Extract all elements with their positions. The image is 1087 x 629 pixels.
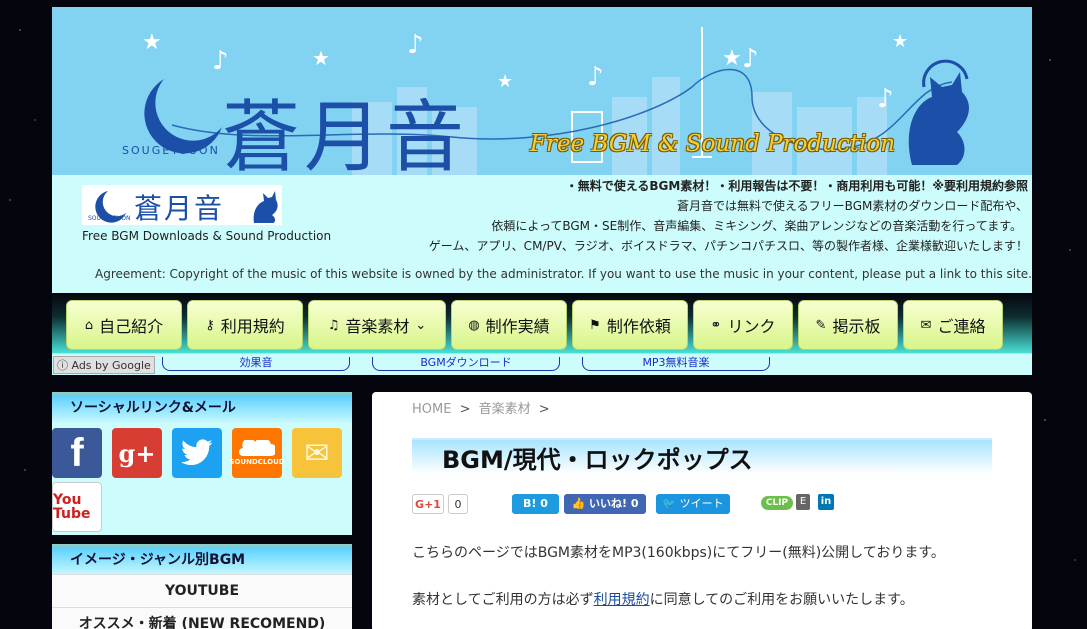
site-tagline: Free BGM Downloads & Sound Production bbox=[82, 229, 332, 243]
comment-icon: ✎ bbox=[815, 317, 827, 333]
thumbs-up-icon: 👍 bbox=[571, 497, 586, 510]
nav-label: 制作実績 bbox=[485, 317, 550, 336]
info-line-3: 依頼によってBGM・SE制作、音声編集、ミキシング、楽曲アレンジなどの音楽活動を… bbox=[491, 219, 1022, 233]
youtube-icon[interactable]: You Tube bbox=[52, 482, 102, 532]
nav-label: 音楽素材 bbox=[345, 317, 410, 336]
logo-text: 蒼月音 bbox=[134, 192, 225, 225]
header-info: 蒼月音 SOUGETSUON Free BGM Downloads & Soun… bbox=[52, 175, 1032, 293]
ad-link-se[interactable]: 効果音 bbox=[162, 357, 350, 371]
info-line-1: ・無料で使えるBGM素材！・利用報告は不要！・商用利用も可能！※要利用規約参照 bbox=[565, 179, 1028, 193]
info-line-2: 蒼月音では無料で使えるフリーBGM素材のダウンロード配布や、 bbox=[677, 199, 1028, 213]
ad-bar: ⓘ Ads by Google 効果音 BGMダウンロード MP3無料音楽 bbox=[52, 353, 1032, 375]
gplus-count: 0 bbox=[448, 494, 468, 514]
nav-item-bbs[interactable]: ✎ 掲示板 bbox=[798, 300, 898, 350]
agreement-text: Agreement: Copyright of the music of thi… bbox=[95, 267, 1032, 281]
hatena-button[interactable]: B! 0 bbox=[512, 494, 559, 514]
ad-link-bgm[interactable]: BGMダウンロード bbox=[372, 357, 560, 371]
mail-icon: ✉ bbox=[920, 317, 932, 333]
flag-icon: ⚑ bbox=[589, 317, 601, 333]
breadcrumb-music[interactable]: 音楽素材 bbox=[479, 402, 531, 417]
nav-label: 掲示板 bbox=[832, 317, 881, 336]
svg-text:♪: ♪ bbox=[212, 46, 229, 76]
works-icon: ◍ bbox=[468, 317, 480, 333]
nav-label: リンク bbox=[727, 317, 776, 336]
nav-label: 利用規約 bbox=[220, 317, 285, 336]
svg-text:♪: ♪ bbox=[587, 62, 604, 92]
breadcrumb-sep: > bbox=[459, 402, 471, 417]
ad-link-mp3[interactable]: MP3無料音楽 bbox=[582, 357, 770, 371]
gplus-button[interactable]: G+1 bbox=[412, 494, 444, 514]
link-icon: ⚭ bbox=[710, 317, 722, 333]
social-box: ソーシャルリンク&メール f g+ SOUNDCLOUD ✉ You Tube bbox=[52, 392, 352, 535]
soundcloud-icon[interactable]: SOUNDCLOUD bbox=[229, 428, 285, 478]
site-logo[interactable]: 蒼月音 SOUGETSUON bbox=[82, 185, 282, 225]
terms-text-pre: 素材としてご利用の方は必ず bbox=[412, 592, 594, 608]
clip-button[interactable]: CLIP bbox=[761, 496, 793, 510]
banner-title: 蒼月音 bbox=[222, 93, 469, 175]
nav-item-contact[interactable]: ✉ ご連絡 bbox=[903, 300, 1003, 350]
genre-heading: イメージ・ジャンル別BGM bbox=[52, 544, 352, 574]
terms-paragraph: 素材としてご利用の方は必ず利用規約に同意してのご利用をお願いいたします。 bbox=[412, 589, 914, 609]
banner-romaji: SOUGETSUON bbox=[122, 144, 220, 157]
like-label: いいね! 0 bbox=[589, 497, 639, 510]
breadcrumb-sep: > bbox=[538, 402, 550, 417]
tweet-button[interactable]: 🐦 ツイート bbox=[656, 494, 730, 514]
main-nav: ⌂ 自己紹介 ⚷ 利用規約 ♫ 音楽素材 ⌄ ◍ 制作実績 ⚑ 制作依頼 ⚭ リ… bbox=[52, 293, 1032, 353]
page: ★ ★ ★ ★ ★ ♪ ♪ ♪ ♪ ♪ 蒼月音 SOUGETSUON Free … bbox=[52, 7, 1032, 375]
evernote-icon[interactable]: E bbox=[796, 494, 810, 510]
nav-item-terms[interactable]: ⚷ 利用規約 bbox=[187, 300, 303, 350]
ads-by-google[interactable]: ⓘ Ads by Google bbox=[53, 356, 155, 374]
svg-text:♪: ♪ bbox=[407, 30, 424, 60]
svg-text:♪: ♪ bbox=[742, 44, 759, 74]
svg-text:★: ★ bbox=[892, 31, 908, 52]
svg-text:★: ★ bbox=[497, 71, 513, 92]
intro-paragraph: こちらのページではBGM素材をMP3(160kbps)にてフリー(無料)公開して… bbox=[412, 545, 945, 561]
mail-icon[interactable]: ✉ bbox=[292, 428, 342, 478]
twitter-icon: 🐦 bbox=[662, 497, 677, 510]
soundcloud-label: SOUNDCLOUD bbox=[229, 458, 285, 466]
twitter-icon[interactable] bbox=[172, 428, 222, 478]
tweet-label: ツイート bbox=[679, 497, 724, 510]
linkedin-icon[interactable]: in bbox=[818, 494, 834, 510]
twitter-bird-icon bbox=[181, 439, 213, 466]
banner-subtitle: Free BGM & Sound Production bbox=[530, 131, 896, 157]
breadcrumb-home[interactable]: HOME bbox=[412, 402, 451, 417]
facebook-icon[interactable]: f bbox=[52, 428, 102, 478]
googleplus-icon[interactable]: g+ bbox=[112, 428, 162, 478]
facebook-like-button[interactable]: 👍 いいね! 0 bbox=[564, 494, 646, 514]
youtube-label: You Tube bbox=[53, 492, 91, 522]
genre-box: イメージ・ジャンル別BGM YOUTUBE オススメ・新着 (NEW RECOM… bbox=[52, 544, 352, 629]
info-line-4: ゲーム、アプリ、CM/PV、ラジオ、ボイスドラマ、パチンコパチスロ、等の製作者様… bbox=[428, 239, 1028, 253]
terms-link[interactable]: 利用規約 bbox=[594, 592, 650, 608]
svg-text:★: ★ bbox=[722, 46, 742, 71]
genre-item-youtube[interactable]: YOUTUBE bbox=[52, 574, 352, 607]
nav-item-music[interactable]: ♫ 音楽素材 ⌄ bbox=[308, 300, 446, 350]
svg-text:★: ★ bbox=[312, 46, 330, 70]
breadcrumb: HOME > 音楽素材 > bbox=[412, 398, 554, 417]
main-content: HOME > 音楽素材 > BGM/現代・ロックポップス G+1 0 B! 0 … bbox=[372, 392, 1032, 629]
nav-item-request[interactable]: ⚑ 制作依頼 bbox=[572, 300, 688, 350]
nav-label: 自己紹介 bbox=[99, 317, 164, 336]
nav-label: 制作依頼 bbox=[606, 317, 671, 336]
cat-logo-icon bbox=[253, 191, 278, 223]
nav-item-works[interactable]: ◍ 制作実績 bbox=[451, 300, 567, 350]
social-heading: ソーシャルリンク&メール bbox=[52, 392, 352, 422]
nav-item-links[interactable]: ⚭ リンク bbox=[693, 300, 793, 350]
page-title: BGM/現代・ロックポップス bbox=[412, 438, 992, 480]
genre-item-recommend[interactable]: オススメ・新着 (NEW RECOMEND) bbox=[52, 607, 352, 629]
logo-romaji: SOUGETSUON bbox=[88, 215, 131, 222]
svg-text:★: ★ bbox=[142, 30, 162, 55]
cloud-icon bbox=[239, 440, 275, 456]
chevron-down-icon: ⌄ bbox=[415, 317, 427, 333]
nav-item-about[interactable]: ⌂ 自己紹介 bbox=[66, 300, 182, 350]
svg-text:♪: ♪ bbox=[877, 84, 894, 114]
header-banner[interactable]: ★ ★ ★ ★ ★ ♪ ♪ ♪ ♪ ♪ 蒼月音 SOUGETSUON Free … bbox=[52, 7, 1032, 175]
music-icon: ♫ bbox=[327, 317, 340, 333]
home-icon: ⌂ bbox=[84, 317, 94, 333]
key-icon: ⚷ bbox=[205, 317, 215, 333]
terms-text-post: に同意してのご利用をお願いいたします。 bbox=[649, 592, 914, 608]
nav-label: ご連絡 bbox=[937, 317, 986, 336]
